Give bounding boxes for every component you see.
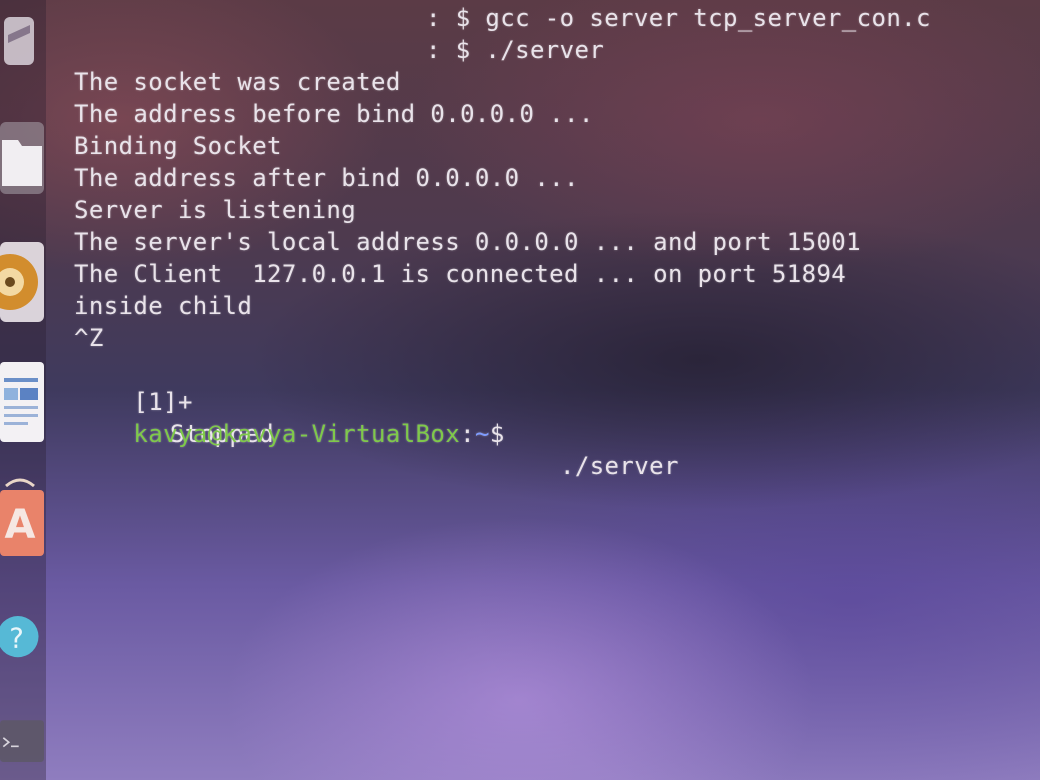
terminal-icon[interactable] xyxy=(0,700,44,780)
job-command: ./server xyxy=(560,452,679,480)
output-line: The server's local address 0.0.0.0 ... a… xyxy=(74,228,862,256)
output-line: ^Z xyxy=(74,324,104,352)
output-line: inside child xyxy=(74,292,253,320)
prompt-user-host: kavya@kavya-VirtualBox xyxy=(133,420,461,448)
prompt-separator: : xyxy=(460,420,475,448)
launcher: A ? xyxy=(0,0,46,780)
terminal-output[interactable]: : $ gcc -o server tcp_server_con.c : $ .… xyxy=(74,0,1014,480)
output-line: Server is listening xyxy=(74,196,357,224)
command-line-compile: : $ gcc -o server tcp_server_con.c xyxy=(426,4,931,32)
svg-text:?: ? xyxy=(9,623,24,655)
output-line: The address after bind 0.0.0.0 ... xyxy=(74,164,579,192)
prompt-symbol: $ xyxy=(489,420,505,448)
shell-prompt[interactable]: kavya@kavya-VirtualBox:~$ xyxy=(74,386,505,482)
output-line: The socket was created xyxy=(74,68,401,96)
window-icon[interactable] xyxy=(0,6,44,76)
prompt-path: ~ xyxy=(474,420,490,448)
output-line: Binding Socket xyxy=(74,132,282,160)
music-icon[interactable] xyxy=(0,240,44,324)
help-icon[interactable]: ? xyxy=(0,596,44,680)
software-store-icon[interactable]: A xyxy=(0,476,44,560)
writer-icon[interactable] xyxy=(0,360,44,444)
output-line: The address before bind 0.0.0.0 ... xyxy=(74,100,594,128)
files-icon[interactable] xyxy=(0,118,44,198)
svg-text:A: A xyxy=(5,502,36,548)
output-line: The Client 127.0.0.1 is connected ... on… xyxy=(74,260,847,288)
command-line-run: : $ ./server xyxy=(426,36,605,64)
